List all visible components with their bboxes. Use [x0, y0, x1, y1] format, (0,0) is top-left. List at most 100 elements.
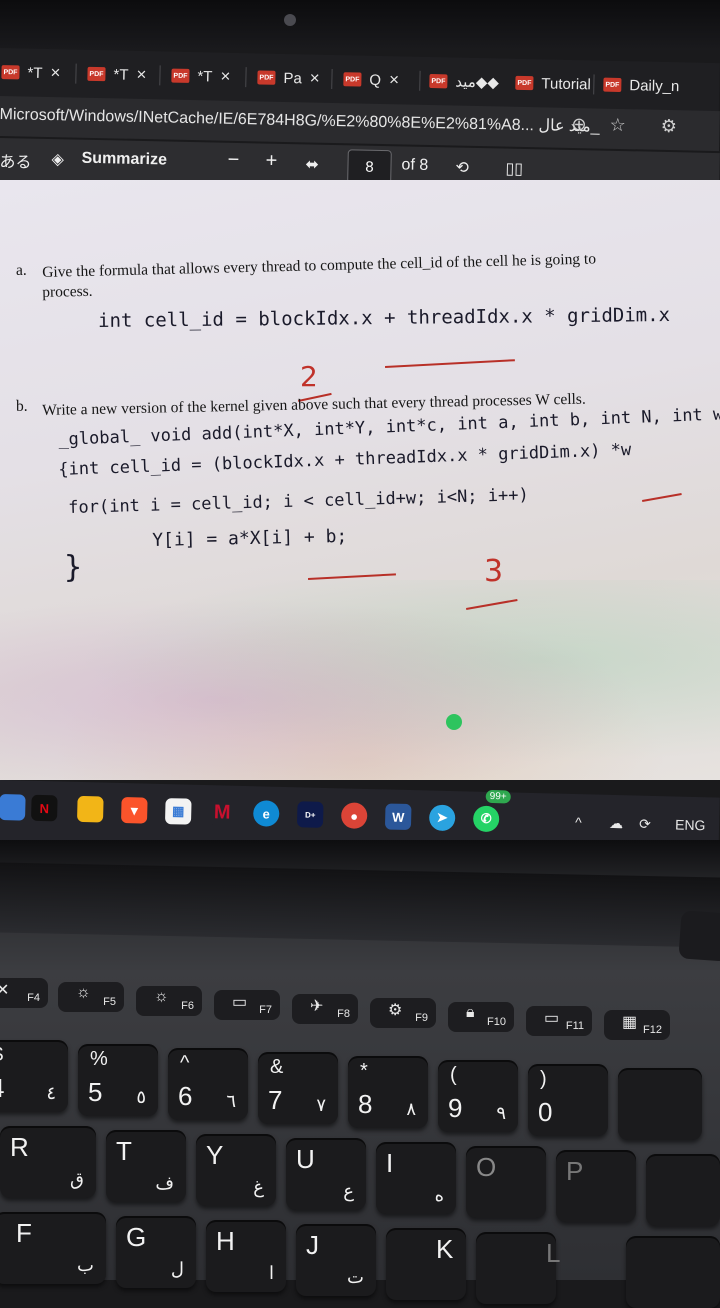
files-icon[interactable] [76, 795, 104, 823]
cloud-icon[interactable]: ☁ [609, 815, 623, 832]
zoom-in-button[interactable]: + [265, 150, 277, 173]
tab-label: *T [113, 65, 129, 84]
answer-b-line-3: for(int i = cell_id; i < cell_id+w; i<N;… [68, 485, 529, 518]
screen-moire [0, 580, 720, 780]
close-icon[interactable]: × [50, 63, 60, 83]
mcafee-icon[interactable]: M [208, 799, 236, 826]
key-f4[interactable]: ✕ F4 [0, 978, 48, 1008]
key-p[interactable]: P [556, 1150, 636, 1222]
brave-icon[interactable]: ▼ [120, 796, 148, 824]
page-number-input[interactable]: 8 [347, 149, 392, 185]
zoom-out-button[interactable]: − [227, 149, 239, 172]
key-f8[interactable]: ✈ F8 [292, 994, 358, 1024]
key-k[interactable]: K [426, 1232, 506, 1292]
summarize-icon[interactable]: ◈ [51, 149, 64, 169]
key-5[interactable]: % 5 ٥ [78, 1044, 158, 1116]
grader-underline [308, 573, 396, 580]
word-icon[interactable]: W [384, 803, 412, 831]
key-t[interactable]: Tف [106, 1130, 186, 1202]
edge-icon[interactable]: e [252, 800, 280, 827]
tab-1[interactable]: PDF *T × [1, 58, 61, 87]
settings-icon[interactable]: ⚙ [661, 116, 678, 136]
key-f12[interactable]: ▦ F12 [604, 1010, 670, 1040]
telegram-icon[interactable]: ➤ [428, 804, 456, 832]
pdf-icon: PDF [343, 72, 362, 87]
url-text[interactable]: Microsoft/Windows/INetCache/IE/6E784H8G/… [0, 104, 600, 137]
language-indicator[interactable]: ENG [675, 817, 706, 834]
key-bracket[interactable] [646, 1154, 720, 1226]
key-o[interactable]: O [466, 1146, 546, 1218]
close-icon[interactable]: × [136, 65, 146, 85]
key-i[interactable]: Iه [376, 1142, 456, 1214]
close-icon[interactable]: × [310, 68, 320, 88]
tab-label: Daily_n [629, 76, 680, 95]
netflix-icon[interactable]: N [31, 794, 58, 822]
store-icon[interactable]: ▦ [164, 798, 192, 825]
grader-underline [642, 493, 682, 502]
tab-8[interactable]: PDF Daily_n [603, 71, 680, 101]
key-j[interactable]: Jت [296, 1224, 376, 1296]
key-4[interactable]: $4٤ [0, 1040, 68, 1112]
key-f7[interactable]: ▭ F7 [214, 990, 280, 1020]
key-semicolon[interactable] [626, 1236, 720, 1308]
star-icon[interactable]: ☆ [609, 115, 626, 135]
key-minus[interactable] [618, 1068, 702, 1140]
chevron-up-icon[interactable]: ^ [575, 814, 582, 830]
pdf-icon: PDF [257, 70, 276, 85]
tab-7[interactable]: PDF Tutorial [515, 69, 591, 99]
tab-label: Q [369, 71, 382, 89]
screen-bezel [0, 0, 720, 50]
zoom-icon[interactable]: ⊕ [571, 114, 587, 134]
answer-a-handwriting: int cell_id = blockIdx.x + threadIdx.x *… [98, 304, 671, 332]
tab-2[interactable]: PDF *T × [87, 60, 147, 89]
key-f9[interactable]: ⚙ F9 [370, 998, 436, 1028]
widgets-icon[interactable] [0, 793, 26, 821]
read-aloud-icon[interactable]: ある [0, 148, 32, 173]
pdf-icon: PDF [603, 77, 622, 93]
pdf-page: a. Give the formula that allows every th… [0, 180, 720, 780]
question-a-letter: a. [16, 262, 27, 279]
rotate-icon[interactable]: ⟲ [455, 158, 469, 178]
close-icon[interactable]: × [389, 70, 399, 90]
key-7[interactable]: & 7 ٧ [258, 1052, 338, 1124]
key-g[interactable]: Gل [116, 1216, 196, 1288]
key-6[interactable]: ^ 6 ٦ [168, 1048, 248, 1120]
key-y[interactable]: Yغ [196, 1134, 276, 1206]
pdf-icon: PDF [429, 74, 448, 89]
key-9[interactable]: (9 ٩ [438, 1060, 518, 1132]
tab-5[interactable]: PDF Q × [343, 65, 399, 94]
summarize-button[interactable]: Summarize [81, 150, 167, 170]
chrome-icon[interactable]: ● [340, 802, 368, 829]
tab-divider [245, 67, 247, 88]
key-h[interactable]: Hا [206, 1220, 286, 1292]
tab-divider [593, 74, 595, 95]
key-8[interactable]: * 8 ٨ [348, 1056, 428, 1128]
tab-divider [159, 65, 161, 86]
tab-divider [419, 70, 421, 91]
tab-6[interactable]: PDF ميد◆◆ [429, 67, 499, 96]
tab-4[interactable]: PDF Pa × [257, 63, 320, 92]
tab-label: Tutorial [541, 74, 592, 93]
key-u[interactable]: Uع [286, 1138, 366, 1210]
key-f5[interactable]: ☼ F5 [58, 982, 124, 1012]
key-f6[interactable]: ☼ F6 [136, 986, 202, 1016]
question-a-text-line2: process. [42, 282, 93, 301]
key-0[interactable]: ) 0 [528, 1064, 608, 1136]
key-f10[interactable]: 🔒︎ F10 [448, 1002, 514, 1032]
key-f11[interactable]: ▭ F11 [526, 1006, 592, 1036]
page-count: of 8 [401, 156, 429, 174]
green-marker-dot [446, 714, 462, 730]
page-view-icon[interactable]: ▯▯ [505, 159, 523, 179]
key-l-label[interactable]: L [536, 1236, 616, 1296]
key-r[interactable]: Rق [0, 1126, 96, 1198]
key-f[interactable]: Fب [0, 1212, 106, 1284]
power-button[interactable] [678, 910, 720, 962]
pdf-icon: PDF [1, 65, 20, 80]
tab-3[interactable]: PDF *T × [171, 62, 231, 91]
fit-width-icon[interactable]: ⬌ [305, 154, 319, 174]
disney-icon[interactable]: D+ [296, 801, 324, 828]
grader-underline [385, 359, 515, 368]
sync-icon[interactable]: ⟳ [639, 816, 651, 833]
whatsapp-icon[interactable]: ✆ [472, 805, 500, 833]
close-icon[interactable]: × [220, 67, 230, 87]
